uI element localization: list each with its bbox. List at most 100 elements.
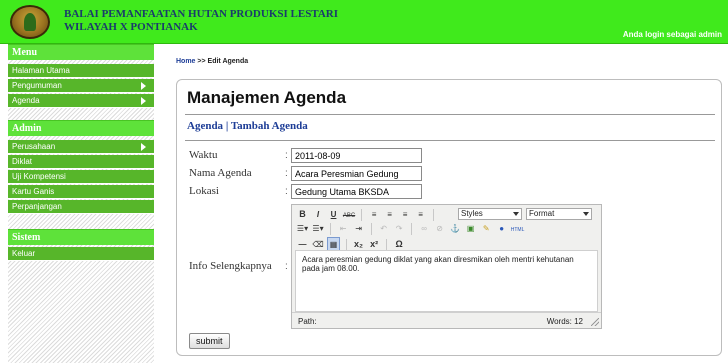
resize-grip-icon[interactable] <box>591 318 599 326</box>
sidebar-item-kartu-ganis[interactable]: Kartu Ganis <box>8 185 154 199</box>
sidebar-item-pengumuman[interactable]: Pengumuman <box>8 79 154 93</box>
sidebar-item-agenda[interactable]: Agenda <box>8 94 154 108</box>
sidebar-item-label: Perpanjangan <box>12 202 62 211</box>
unlink-icon[interactable]: ⊘ <box>433 222 446 236</box>
waktu-label: Waktu <box>189 149 218 161</box>
submit-button[interactable]: submit <box>189 333 230 349</box>
editor-word-count: Words: 12 <box>546 317 583 326</box>
login-status: Anda login sebagai admin <box>622 30 722 39</box>
chevron-down-icon <box>583 212 589 216</box>
breadcrumb-home-link[interactable]: Home <box>176 58 195 65</box>
sidebar-item-diklat[interactable]: Diklat <box>8 155 154 169</box>
sidebar-item-keluar[interactable]: Keluar <box>8 247 154 261</box>
page-title: Manajemen Agenda <box>187 88 347 107</box>
underline-icon[interactable]: U <box>327 208 340 222</box>
breadcrumb-current: Edit Agenda <box>207 58 249 65</box>
anchor-icon[interactable]: ⚓ <box>449 222 462 236</box>
nama-agenda-label: Nama Agenda <box>189 167 252 179</box>
toolbar-separator <box>345 238 347 251</box>
waktu-field[interactable]: 2011-08-09 <box>291 148 422 163</box>
redo-icon[interactable]: ↷ <box>393 222 406 236</box>
form-colon: : <box>285 168 288 179</box>
image-icon[interactable]: ▣ <box>464 222 477 236</box>
sidebar-item-label: Diklat <box>12 157 33 166</box>
organization-name: BALAI PEMANFAATAN HUTAN PRODUKSI LESTARI… <box>64 8 338 34</box>
toolbar-separator <box>432 208 434 221</box>
sidebar-section-sistem: Sistem <box>8 229 154 245</box>
special-character-icon[interactable]: Ω <box>393 237 406 251</box>
sub-navigation: Agenda | Tambah Agenda <box>187 120 308 132</box>
sidebar-item-perusahaan[interactable]: Perusahaan <box>8 140 154 154</box>
sidebar-item-uji-kompetensi[interactable]: Uji Kompetensi <box>8 170 154 184</box>
sidebar-item-halaman-utama[interactable]: Halaman Utama <box>8 64 154 78</box>
editor-path: Path: <box>298 317 317 326</box>
tambah-agenda-link[interactable]: Tambah Agenda <box>231 120 308 132</box>
numbered-list-icon[interactable]: ☰▾ <box>312 222 325 236</box>
align-right-icon[interactable]: ≡ <box>399 208 412 222</box>
italic-icon[interactable]: I <box>312 208 325 222</box>
sidebar-item-perpanjangan[interactable]: Perpanjangan <box>8 200 154 214</box>
sidebar-section-admin: Admin <box>8 120 154 136</box>
organization-logo <box>10 5 50 39</box>
organization-name-line1: BALAI PEMANFAATAN HUTAN PRODUKSI LESTARI <box>64 8 339 20</box>
toolbar-separator <box>386 238 388 251</box>
form-colon: : <box>285 261 288 272</box>
align-justify-icon[interactable]: ≡ <box>414 208 427 222</box>
breadcrumb-separator: >> <box>197 58 206 65</box>
sidebar-item-label: Keluar <box>12 249 36 258</box>
styles-select[interactable]: Styles <box>458 208 522 220</box>
toolbar-separator <box>330 222 332 235</box>
form-colon: : <box>285 150 288 161</box>
undo-icon[interactable]: ↶ <box>377 222 390 236</box>
align-center-icon[interactable]: ≡ <box>383 208 396 222</box>
strikethrough-icon[interactable]: ABC <box>343 209 356 223</box>
toolbar-separator <box>411 222 413 235</box>
lokasi-label: Lokasi <box>189 185 219 197</box>
breadcrumb: Home >> Edit Agenda <box>176 58 248 65</box>
editor-statusbar: Path: Words: 12 <box>292 312 601 328</box>
form-colon: : <box>285 186 288 197</box>
sidebar-section-menu: Menu <box>8 44 154 60</box>
cleanup-icon[interactable]: ✎ <box>480 222 493 236</box>
sidebar-item-label: Pengumuman <box>12 81 62 90</box>
subscript-icon[interactable]: x₂ <box>352 237 365 251</box>
editor-content-area[interactable]: Acara peresmian gedung diklat yang akan … <box>295 250 598 312</box>
sidebar-item-label: Kartu Ganis <box>12 187 55 196</box>
bullet-list-icon[interactable]: ☰▾ <box>296 222 309 236</box>
superscript-icon[interactable]: x² <box>368 237 381 251</box>
divider <box>185 114 715 115</box>
app-header: BALAI PEMANFAATAN HUTAN PRODUKSI LESTARI… <box>0 0 728 44</box>
indent-icon[interactable]: ⇥ <box>352 222 365 236</box>
rich-text-editor: B I U ABC ≡ ≡ ≡ ≡ Styles Format ☰▾ ☰▾ ⇤ … <box>291 204 602 329</box>
html-source-icon[interactable]: HTML <box>511 223 525 237</box>
divider <box>185 140 715 141</box>
info-selengkapnya-label: Info Selengkapnya <box>189 260 272 272</box>
align-left-icon[interactable]: ≡ <box>368 208 381 222</box>
sidebar-item-label: Uji Kompetensi <box>12 172 66 181</box>
visual-aid-icon[interactable]: ▦ <box>327 237 341 251</box>
chevron-right-icon <box>141 97 146 105</box>
outdent-icon[interactable]: ⇤ <box>337 222 350 236</box>
agenda-link[interactable]: Agenda <box>187 120 223 132</box>
sidebar-item-label: Halaman Utama <box>12 66 70 75</box>
sidebar-item-label: Perusahaan <box>12 142 56 151</box>
bold-icon[interactable]: B <box>296 207 309 221</box>
format-select[interactable]: Format <box>526 208 592 220</box>
sidebar-item-label: Agenda <box>12 96 40 105</box>
chevron-right-icon <box>141 82 146 90</box>
toolbar-separator <box>370 222 372 235</box>
lokasi-field[interactable]: Gedung Utama BKSDA <box>291 184 422 199</box>
styles-select-value: Styles <box>461 209 483 218</box>
subnav-separator: | <box>225 120 229 132</box>
main-panel: Manajemen Agenda Agenda | Tambah Agenda … <box>176 79 722 356</box>
toolbar-separator <box>361 208 363 221</box>
sidebar: Menu Halaman Utama Pengumuman Agenda Adm… <box>8 44 154 363</box>
chevron-down-icon <box>513 212 519 216</box>
link-icon[interactable]: ∞ <box>418 222 431 236</box>
editor-toolbar-row-2: ☰▾ ☰▾ ⇤ ⇥ ↶ ↷ ∞ ⊘ ⚓ ▣ ✎ ● HTML <box>296 222 596 238</box>
organization-name-line2: WILAYAH X PONTIANAK <box>64 21 198 33</box>
nama-agenda-field[interactable]: Acara Peresmian Gedung <box>291 166 422 181</box>
chevron-right-icon <box>141 143 146 151</box>
format-select-value: Format <box>529 209 555 218</box>
help-icon[interactable]: ● <box>495 222 508 236</box>
